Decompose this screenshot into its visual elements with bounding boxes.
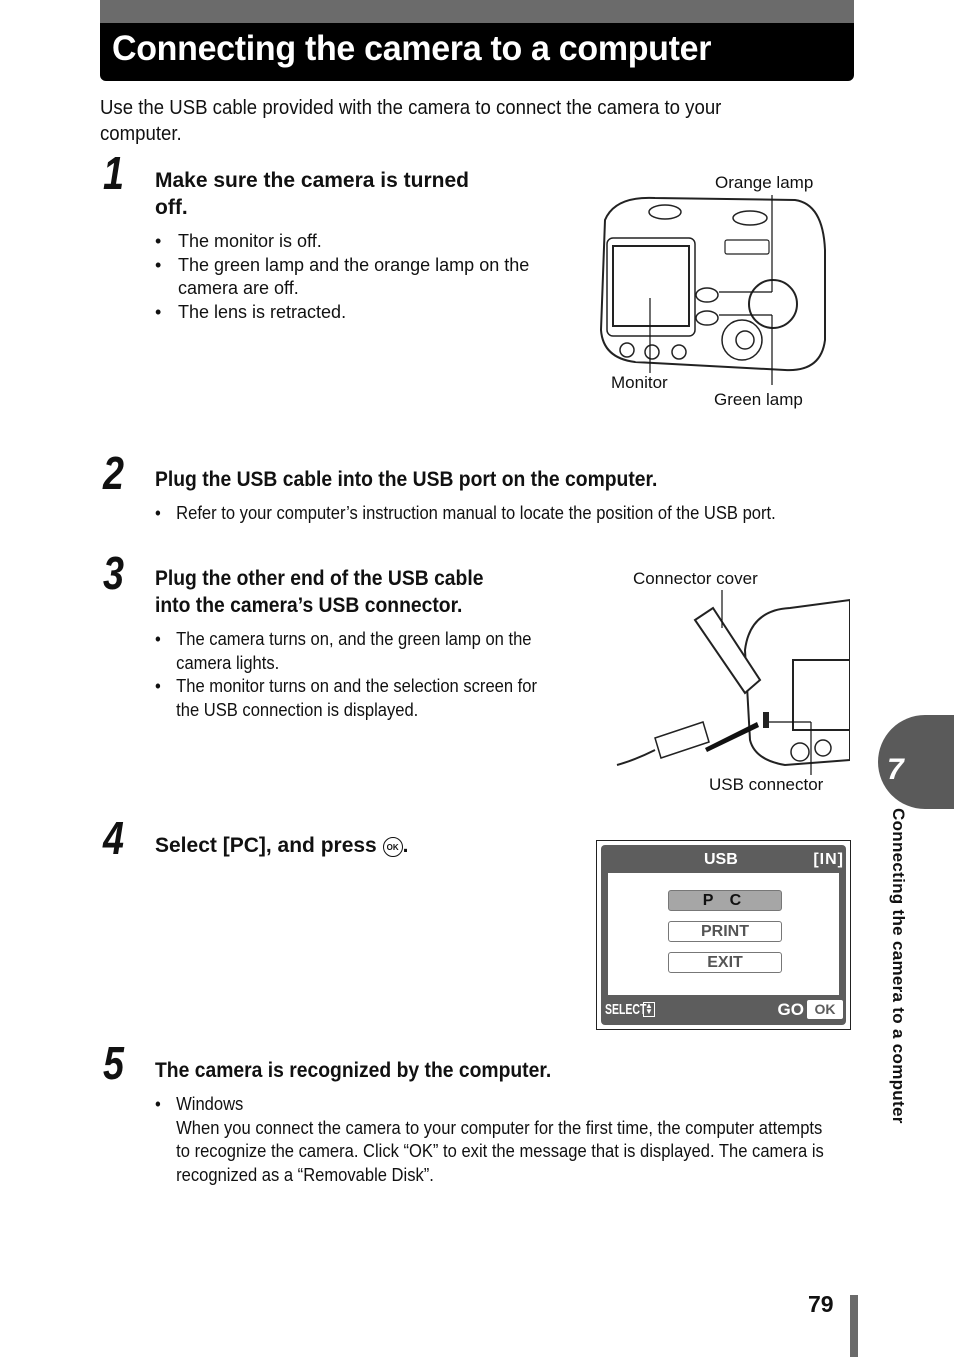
usb-connection-illustration [616, 590, 850, 775]
usb-selection-screen: USB [IN] P C PRINT EXIT SELECT ▲ ▼ GO OK [596, 840, 851, 1030]
bullet-item: The monitor turns on and the selection s… [155, 675, 560, 722]
step-title: The camera is recognized by the computer… [155, 1059, 552, 1082]
step-number: 5 [103, 1037, 124, 1089]
step-title-line: into the camera’s USB connector. [155, 594, 463, 617]
step-bullets: Refer to your computer’s instruction man… [155, 502, 827, 526]
step-title-line: Plug the other end of the USB cable [155, 567, 484, 590]
step-number: 2 [103, 447, 124, 499]
lcd-footer: SELECT ▲ ▼ GO OK [601, 997, 846, 1023]
step-title: Select [PC], and press OK. [155, 832, 408, 859]
bullet-item: The camera turns on, and the green lamp … [155, 628, 560, 675]
chapter-tab: 7 [878, 715, 954, 809]
memory-indicator: [IN] [813, 851, 844, 868]
menu-option-pc[interactable]: P C [668, 890, 782, 911]
ok-button-icon: OK [382, 837, 403, 857]
header-bar [100, 0, 854, 23]
camera-body [599, 196, 826, 372]
camera-back-illustration [599, 195, 826, 385]
label-monitor: Monitor [611, 373, 668, 392]
step-number: 4 [103, 812, 124, 864]
mode-dial [748, 279, 798, 329]
go-label: GO [777, 1000, 804, 1019]
bullet-item: The green lamp and the orange lamp on th… [155, 254, 555, 301]
title-banner: Connecting the camera to a computer [100, 23, 854, 81]
label-connector-cover: Connector cover [633, 569, 758, 588]
bullet-heading: Windows [176, 1094, 244, 1114]
step-bullets: The camera turns on, and the green lamp … [155, 628, 560, 722]
step-title-line: Make sure the camera is turned [155, 169, 469, 192]
usb-cable [616, 749, 656, 766]
page-title: Connecting the camera to a computer [112, 29, 712, 68]
bullet-body: When you connect the camera to your comp… [176, 1117, 824, 1185]
usb-plug [654, 721, 710, 759]
lcd-header: USB [IN] [601, 847, 846, 873]
step-bullets: The monitor is off. The green lamp and t… [155, 230, 555, 324]
chapter-number: 7 [887, 753, 904, 786]
step-title: Plug the USB cable into the USB port on … [155, 468, 658, 491]
label-orange-lamp: Orange lamp [715, 173, 814, 192]
step-title-period: . [402, 834, 409, 857]
menu-option-print[interactable]: PRINT [668, 921, 782, 942]
select-label: SELECT [605, 1001, 647, 1018]
menu-option-exit[interactable]: EXIT [668, 952, 782, 973]
page-edge-bar [850, 1295, 858, 1357]
step-title-text: Select [PC], and press [155, 834, 377, 857]
bullet-item: The monitor is off. [155, 230, 555, 254]
label-green-lamp: Green lamp [714, 390, 803, 409]
chapter-title-vertical: Connecting the camera to a computer [889, 808, 908, 1124]
bullet-item: Refer to your computer’s instruction man… [155, 502, 827, 526]
step-title: Plug the other end of the USB cable into… [155, 565, 483, 619]
lcd-menu: P C PRINT EXIT [608, 873, 839, 995]
lcd-frame: USB [IN] P C PRINT EXIT SELECT ▲ ▼ GO OK [601, 845, 846, 1025]
page-number: 79 [808, 1291, 834, 1317]
label-usb-connector: USB connector [709, 775, 824, 794]
step-number: 1 [103, 147, 124, 199]
step-number: 3 [103, 547, 124, 599]
camera-side [743, 598, 850, 767]
step-title: Make sure the camera is turned off. [155, 167, 469, 221]
ok-key-icon: OK [807, 1000, 843, 1019]
usb-port [763, 712, 769, 728]
lcd-title: USB [704, 851, 738, 868]
intro-paragraph: Use the USB cable provided with the came… [100, 97, 722, 145]
step-title-line: off. [155, 196, 188, 219]
bullet-item: The lens is retracted. [155, 301, 555, 325]
bullet-item: Windows When you connect the camera to y… [155, 1093, 836, 1187]
step-bullets: Windows When you connect the camera to y… [155, 1093, 836, 1187]
up-down-arrows-icon: ▲ ▼ [643, 1002, 655, 1017]
